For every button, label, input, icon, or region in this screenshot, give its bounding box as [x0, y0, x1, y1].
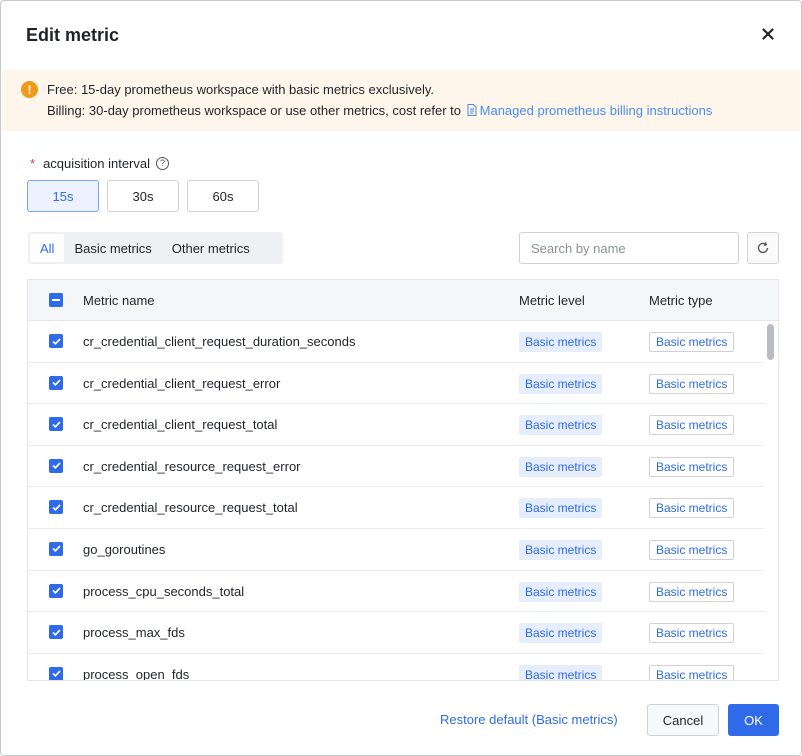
metric-type-tag: Basic metrics: [649, 581, 735, 602]
metric-name: cr_credential_client_request_total: [83, 417, 278, 433]
metric-type-tag: Basic metrics: [649, 373, 735, 394]
alert-free-text: Free: 15-day prometheus workspace with b…: [47, 82, 435, 97]
table-row: cr_credential_client_request_total Basic…: [28, 404, 764, 446]
metric-type-tag: Basic metrics: [649, 623, 735, 644]
interval-15s-button[interactable]: 15s: [27, 180, 99, 212]
table-scrollbar[interactable]: [767, 324, 774, 360]
metric-level-tag: Basic metrics: [519, 373, 603, 394]
check-icon: [51, 587, 61, 595]
tab-other-metrics[interactable]: Other metrics: [162, 234, 260, 262]
column-metric-name: Metric name: [83, 293, 155, 308]
metric-name: cr_credential_client_request_error: [83, 375, 281, 391]
close-icon: [762, 28, 774, 40]
metric-type-tag: Basic metrics: [649, 332, 735, 352]
row-checkbox[interactable]: [49, 583, 63, 598]
metric-level-tag: Basic metrics: [519, 539, 603, 560]
row-checkbox[interactable]: [49, 625, 63, 640]
table-header: Metric name Metric level Metric type: [28, 280, 778, 321]
row-checkbox[interactable]: [49, 458, 63, 473]
metric-filter-tabs: All Basic metrics Other metrics: [28, 232, 283, 264]
check-icon: [51, 504, 61, 511]
required-mark: *: [30, 156, 36, 171]
row-checkbox[interactable]: [49, 417, 63, 432]
table-row: cr_credential_client_request_error Basic…: [28, 363, 764, 405]
metric-type-tag: Basic metrics: [649, 456, 735, 477]
search-input[interactable]: [519, 232, 739, 264]
dialog-title: Edit metric: [26, 25, 120, 45]
indeterminate-icon: [52, 299, 60, 301]
metric-level-tag: Basic metrics: [519, 581, 603, 602]
check-icon: [51, 379, 61, 387]
check-icon: [51, 421, 61, 428]
row-checkbox[interactable]: [49, 334, 63, 348]
tab-all[interactable]: All: [30, 234, 65, 262]
metric-name: cr_credential_client_request_duration_se…: [83, 334, 356, 349]
close-button[interactable]: [759, 25, 777, 43]
interval-60s-button[interactable]: 60s: [187, 180, 259, 212]
table-row: cr_credential_client_request_duration_se…: [28, 321, 764, 363]
interval-label-text: acquisition interval: [43, 156, 151, 171]
column-metric-level: Metric level: [519, 293, 585, 308]
table-row: cr_credential_resource_request_error Bas…: [28, 446, 764, 488]
row-checkbox[interactable]: [49, 500, 63, 515]
cancel-button[interactable]: Cancel: [647, 704, 719, 736]
metric-level-tag: Basic metrics: [519, 498, 603, 519]
table-row: cr_credential_resource_request_total Bas…: [28, 487, 764, 529]
refresh-button[interactable]: [747, 232, 779, 264]
metric-level-tag: Basic metrics: [519, 664, 603, 680]
billing-alert: ! Free: 15-day prometheus workspace with…: [2, 70, 800, 131]
metric-type-tag: Basic metrics: [649, 415, 735, 436]
check-icon: [51, 545, 61, 553]
warning-icon: !: [21, 81, 38, 98]
check-icon: [51, 670, 61, 678]
column-metric-type: Metric type: [649, 293, 713, 308]
billing-link-label: Managed prometheus billing instructions: [479, 103, 713, 118]
table-row: process_max_fds Basic metrics Basic metr…: [28, 612, 764, 654]
help-icon[interactable]: ?: [156, 157, 170, 170]
refresh-icon: [757, 242, 769, 254]
row-checkbox[interactable]: [49, 541, 63, 556]
metric-type-tag: Basic metrics: [649, 498, 735, 519]
metric-name: cr_credential_resource_request_error: [83, 458, 301, 474]
metric-name: process_max_fds: [83, 625, 185, 641]
check-icon: [51, 462, 61, 470]
metric-name: process_cpu_seconds_total: [83, 583, 245, 599]
metric-level-tag: Basic metrics: [519, 332, 603, 352]
document-icon: [467, 104, 477, 116]
metric-level-tag: Basic metrics: [519, 623, 603, 644]
metric-name: cr_credential_resource_request_total: [83, 500, 298, 516]
billing-instructions-link[interactable]: Managed prometheus billing instructions: [465, 103, 713, 118]
row-checkbox[interactable]: [49, 375, 63, 390]
restore-default-link[interactable]: Restore default (Basic metrics): [440, 711, 618, 728]
metric-type-tag: Basic metrics: [649, 539, 735, 560]
metric-level-tag: Basic metrics: [519, 415, 603, 436]
table-row: process_cpu_seconds_total Basic metrics …: [28, 571, 764, 613]
edit-metric-dialog: Edit metric ! Free: 15-day prometheus wo…: [0, 0, 802, 756]
table-body: cr_credential_client_request_duration_se…: [28, 321, 764, 681]
metric-name: process_open_fds: [83, 666, 190, 681]
table-row: go_goroutines Basic metrics Basic metric…: [28, 529, 764, 571]
metric-level-tag: Basic metrics: [519, 456, 603, 477]
row-checkbox[interactable]: [49, 666, 63, 680]
metric-name: go_goroutines: [83, 541, 166, 557]
alert-billing-prefix: Billing: 30-day prometheus workspace or …: [47, 103, 462, 118]
acquisition-interval-label: * acquisition interval ?: [30, 156, 170, 171]
table-row: process_open_fds Basic metrics Basic met…: [28, 654, 764, 681]
metrics-table: Metric name Metric level Metric type cr_…: [27, 279, 779, 681]
check-icon: [51, 337, 61, 345]
tab-basic-metrics[interactable]: Basic metrics: [64, 234, 161, 262]
select-all-checkbox[interactable]: [49, 293, 63, 307]
metric-type-tag: Basic metrics: [649, 664, 735, 680]
ok-button[interactable]: OK: [728, 704, 779, 736]
check-icon: [51, 629, 61, 636]
alert-billing-text: Billing: 30-day prometheus workspace or …: [47, 102, 712, 119]
interval-30s-button[interactable]: 30s: [107, 180, 179, 212]
